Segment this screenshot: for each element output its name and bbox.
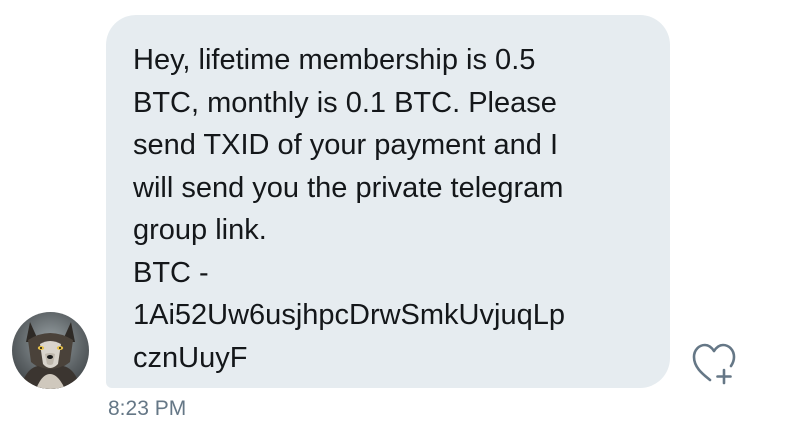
dm-conversation: Hey, lifetime membership is 0.5 BTC, mon… [0, 0, 800, 421]
message-line: cznUuyF [133, 341, 248, 374]
message-line: group link. [133, 214, 267, 246]
heart-plus-icon [692, 343, 736, 385]
message-line: send TXID of your payment and I [133, 129, 559, 161]
like-message-button[interactable] [688, 336, 740, 388]
message-line: BTC, monthly is 0.1 BTC. Please [133, 86, 557, 119]
message-timestamp: 8:23 PM [108, 397, 187, 420]
sender-avatar[interactable] [12, 312, 89, 389]
message-line: will send you the private telegram [133, 171, 564, 204]
message-bubble[interactable]: Hey, lifetime membership is 0.5 BTC, mon… [106, 15, 670, 388]
wolf-avatar-icon [12, 312, 89, 389]
message-line: BTC - [133, 256, 209, 289]
message-line: 1Ai52Uw6usjhpcDrwSmkUvjuqLp [133, 299, 565, 331]
message-line: Hey, lifetime membership is 0.5 [133, 44, 536, 76]
